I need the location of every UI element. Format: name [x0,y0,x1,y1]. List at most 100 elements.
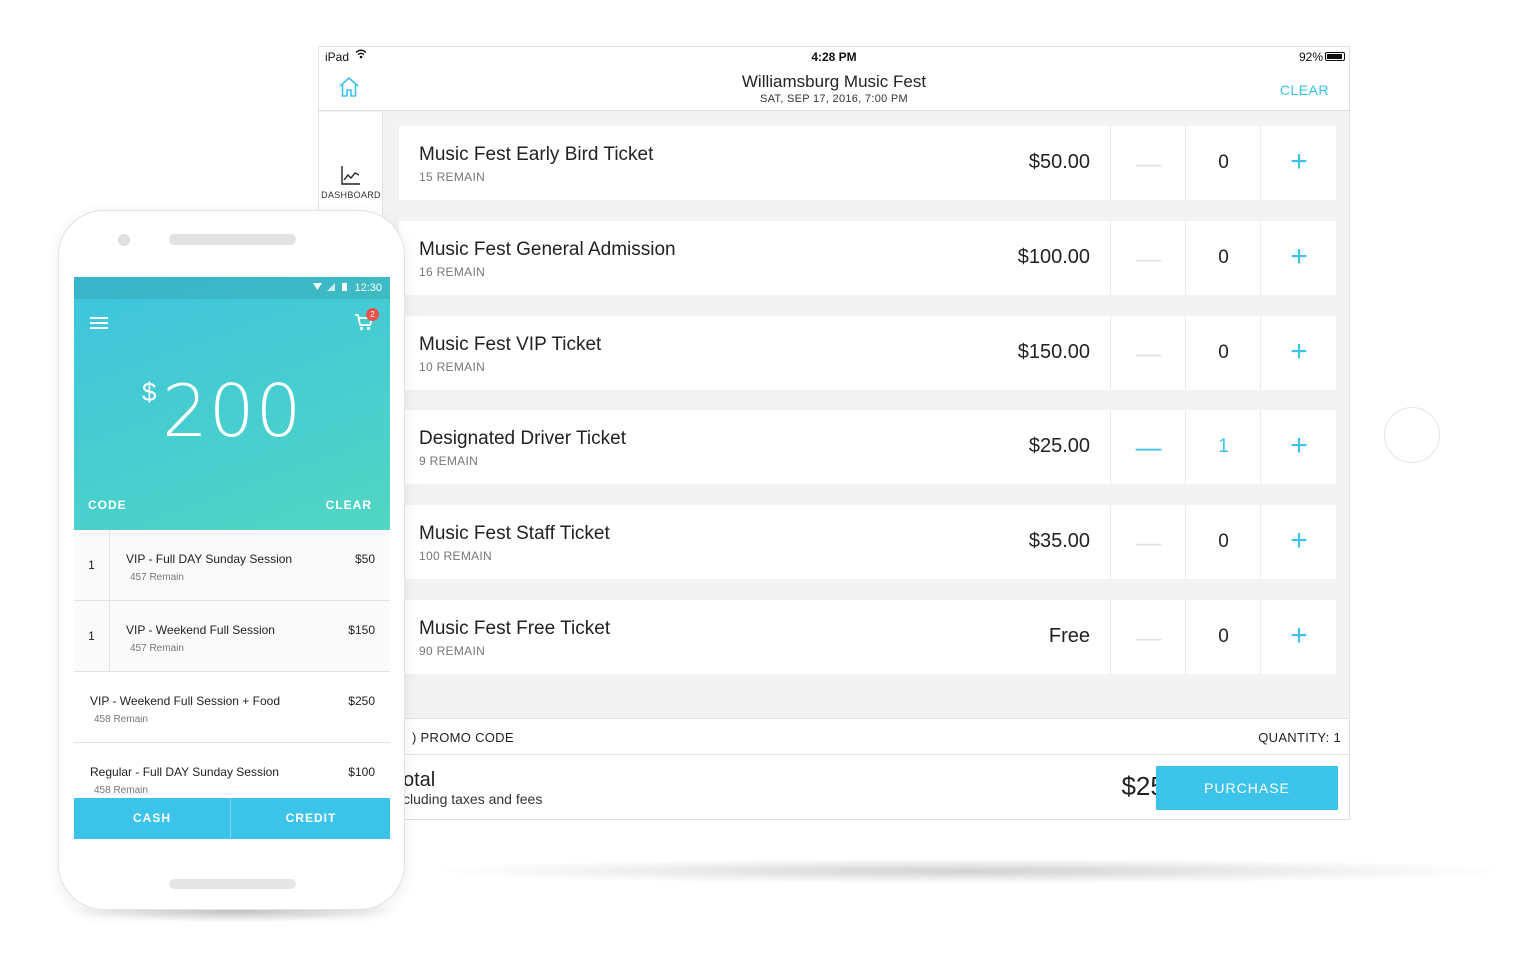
increment-button[interactable]: + [1262,505,1336,579]
phone-camera [118,234,130,246]
android-status-bar: 12:30 [74,277,390,299]
total-subtext: cluding taxes and fees [403,791,543,807]
item-quantity: 1 [74,601,110,671]
ticket-info: Music Fest Free Ticket 90 REMAIN Free [399,600,1111,674]
tablet-home-button [1384,407,1440,463]
amount-panel: 12:30 2 $ 200 CODE CLEAR [74,277,390,530]
ticket-row: Music Fest Free Ticket 90 REMAIN Free — … [399,600,1336,674]
status-icons [312,282,350,295]
ticket-price: $100.00 [1017,246,1090,268]
increment-button[interactable]: + [1262,126,1336,200]
ticket-name: Music Fest Free Ticket [419,618,611,639]
item-remain: 458 Remain [94,785,148,796]
decrement-button[interactable]: — [1112,410,1186,484]
event-header: Williamsburg Music Fest SAT, SEP 17, 201… [319,67,1349,111]
ticket-remain: 100 REMAIN [419,549,493,563]
ticket-quantity: 1 [1187,410,1261,484]
ticket-remain: 9 REMAIN [419,454,479,468]
decrement-button[interactable]: — [1112,126,1186,200]
code-button[interactable]: CODE [88,498,127,512]
ticket-price: $25.00 [1028,435,1090,457]
item-price: $250 [348,694,375,708]
item-name: VIP - Full DAY Sunday Session [126,552,293,566]
item-remain: 457 Remain [130,572,184,583]
decrement-button[interactable]: — [1112,600,1186,674]
total-label: otal [403,769,436,791]
payment-bar: CASH CREDIT [74,798,390,839]
total-bar: otal cluding taxes and fees $25.00 PURCH… [383,755,1349,819]
item-name: Regular - Full DAY Sunday Session [90,765,279,779]
ticket-name: Music Fest Early Bird Ticket [419,144,654,165]
list-item[interactable]: VIP - Weekend Full Session + Food 458 Re… [74,672,390,743]
item-remain: 457 Remain [130,643,184,654]
phone-bottom-bar [169,879,296,889]
cash-button[interactable]: CASH [74,798,231,839]
increment-button[interactable]: + [1262,221,1336,295]
increment-button[interactable]: + [1262,410,1336,484]
tablet-screen: iPad 4:28 PM 92% Williamsburg Music Fest… [318,46,1350,820]
promo-bar: ) PROMO CODE QUANTITY: 1 [383,718,1349,755]
ticket-info: Music Fest Early Bird Ticket 15 REMAIN $… [399,126,1111,200]
phone-screen: 12:30 2 $ 200 CODE CLEAR 1 VIP - Full DA… [74,277,390,839]
cart-count-badge: 2 [366,308,379,321]
ticket-name: Music Fest General Admission [419,239,676,260]
phone-speaker [169,234,296,245]
item-price: $150 [348,623,375,637]
decrement-button[interactable]: — [1112,316,1186,390]
item-price: $100 [348,765,375,779]
ticket-name: Music Fest VIP Ticket [419,334,602,355]
android-clock: 12:30 [354,282,382,294]
ticket-remain: 15 REMAIN [419,170,486,184]
ticket-quantity: 0 [1187,505,1261,579]
item-price: $50 [354,552,375,566]
sidebar-item-label: DASHBOARD [321,190,381,200]
item-quantity: 1 [74,530,110,600]
list-item[interactable]: 1 VIP - Full DAY Sunday Session 457 Rema… [74,530,390,601]
ticket-remain: 90 REMAIN [419,644,486,658]
ticket-quantity: 0 [1187,126,1261,200]
ticket-name: Music Fest Staff Ticket [419,523,610,544]
ticket-quantity: 0 [1187,600,1261,674]
quantity-summary: QUANTITY: 1 [1258,730,1341,745]
item-name: VIP - Weekend Full Session + Food [90,694,280,708]
ticket-quantity: 0 [1187,221,1261,295]
clear-button[interactable]: CLEAR [326,498,372,512]
currency-symbol: $ [142,377,157,407]
ticket-price: $35.00 [1028,530,1090,552]
amount-display: 200 [162,369,303,453]
battery-icon [1325,52,1345,61]
event-title: Williamsburg Music Fest [741,72,927,91]
ticket-row: Music Fest Staff Ticket 100 REMAIN $35.0… [399,505,1336,579]
increment-button[interactable]: + [1262,316,1336,390]
decrement-button[interactable]: — [1112,221,1186,295]
event-date: SAT, SEP 17, 2016, 7:00 PM [759,93,909,105]
credit-button[interactable]: CREDIT [232,798,390,839]
promo-code-link[interactable]: ) PROMO CODE [412,730,514,745]
increment-button[interactable]: + [1262,600,1336,674]
ticket-remain: 16 REMAIN [419,265,486,279]
battery-percent: 92% [1298,50,1323,64]
ticket-quantity: 0 [1187,316,1261,390]
ticket-remain: 10 REMAIN [419,360,486,374]
ticket-info: Music Fest VIP Ticket 10 REMAIN $150.00 [399,316,1111,390]
status-time: 4:28 PM [811,50,857,64]
decrement-button[interactable]: — [1112,505,1186,579]
ticket-info: Music Fest General Admission 16 REMAIN $… [399,221,1111,295]
ticket-price: $50.00 [1028,151,1090,173]
ticket-price: Free [1048,625,1090,647]
ticket-row: Music Fest Early Bird Ticket 15 REMAIN $… [399,126,1336,200]
ticket-info: Designated Driver Ticket 9 REMAIN $25.00 [399,410,1111,484]
hamburger-menu-icon[interactable] [90,317,108,329]
ticket-name: Designated Driver Ticket [419,428,626,449]
list-item[interactable]: 1 VIP - Weekend Full Session 457 Remain … [74,601,390,672]
ticket-row: Music Fest General Admission 16 REMAIN $… [399,221,1336,295]
ticket-info: Music Fest Staff Ticket 100 REMAIN $35.0… [399,505,1111,579]
ticket-row: Designated Driver Ticket 9 REMAIN $25.00… [399,410,1336,484]
clear-button[interactable]: CLEAR [1280,82,1329,98]
purchase-button[interactable]: PURCHASE [1156,766,1338,810]
chart-icon [341,166,360,185]
ticket-row: Music Fest VIP Ticket 10 REMAIN $150.00 … [399,316,1336,390]
ticket-price: $150.00 [1017,341,1090,363]
sidebar-item-dashboard[interactable]: DASHBOARD [319,164,383,214]
item-name: VIP - Weekend Full Session [126,623,275,637]
